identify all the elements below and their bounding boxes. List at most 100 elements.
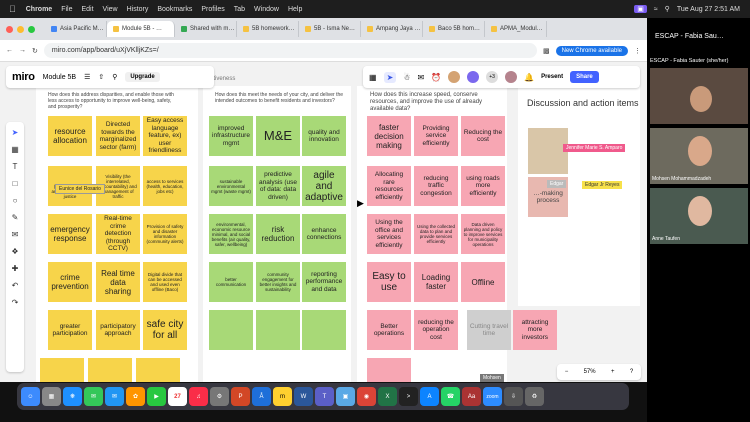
menu-edit[interactable]: Edit: [81, 6, 93, 13]
sticky-note[interactable]: using roads more efficiently: [461, 166, 505, 206]
back-icon[interactable]: ←: [6, 47, 13, 54]
sticky-note[interactable]: agile and adaptive: [302, 166, 346, 206]
menu-history[interactable]: History: [127, 6, 149, 13]
preview-icon[interactable]: ▣: [336, 387, 355, 406]
zoom-app-icon[interactable]: zoom: [483, 387, 502, 406]
present-button[interactable]: Present: [541, 74, 563, 80]
apps-icon[interactable]: ▦: [369, 73, 377, 82]
sticky-note[interactable]: Reducing the cost: [461, 116, 505, 156]
sticky-note[interactable]: Digital divide that can be accessed and …: [143, 262, 187, 302]
video-tile[interactable]: Mohsen Mohammadzadeh: [650, 128, 748, 184]
settings-icon[interactable]: ⚙: [210, 387, 229, 406]
sticky-note[interactable]: M&E: [256, 116, 300, 156]
sticky-note[interactable]: Real-time crime detection (through CCTV): [96, 214, 140, 254]
tab-apma[interactable]: APMA_Modul…: [485, 21, 547, 37]
photos-icon[interactable]: ✿: [126, 387, 145, 406]
appstore-icon[interactable]: A: [420, 387, 439, 406]
menu-tab[interactable]: Tab: [234, 6, 245, 13]
sticky-note[interactable]: emergency response: [48, 214, 92, 254]
reload-icon[interactable]: ↻: [32, 47, 38, 55]
messages-icon[interactable]: ✉: [84, 387, 103, 406]
sticky-note[interactable]: Easy access language feature, ex) user f…: [143, 116, 187, 156]
new-chrome-button[interactable]: New Chrome available: [555, 45, 628, 56]
tab-shared[interactable]: Shared with m…: [175, 21, 237, 37]
tab-asia-pacific[interactable]: Asia Pacific M…: [45, 21, 107, 37]
mindmap-tool-icon[interactable]: ❖: [11, 247, 18, 256]
trash-icon[interactable]: ♻: [525, 387, 544, 406]
menu-app[interactable]: Chrome: [26, 6, 52, 13]
sticky-tool-icon[interactable]: □: [13, 179, 18, 188]
close-window-icon[interactable]: [6, 25, 13, 33]
share-button[interactable]: Share: [570, 71, 599, 83]
add-tool-icon[interactable]: ✚: [12, 264, 19, 273]
sticky-note[interactable]: Providing service efficiently: [414, 116, 458, 156]
wifi-icon[interactable]: ≈: [654, 6, 658, 13]
facetime-icon[interactable]: ▶: [147, 387, 166, 406]
url-input[interactable]: miro.com/app/board/uXjVKlljKZs=/: [43, 43, 537, 58]
board-name[interactable]: Module 5B: [43, 74, 76, 81]
dictionary-icon[interactable]: Aa: [462, 387, 481, 406]
sticky-note[interactable]: participatory approach: [96, 310, 140, 350]
mail-icon[interactable]: ✉: [105, 387, 124, 406]
tab-module-5b[interactable]: Module 5B - …: [107, 21, 175, 37]
reactions-icon[interactable]: ☃: [403, 73, 410, 82]
redo-icon[interactable]: ↷: [12, 298, 19, 307]
sticky-note-empty[interactable]: [302, 310, 346, 350]
sticky-note-empty[interactable]: [367, 358, 411, 382]
notification-icon[interactable]: 🔔: [524, 73, 534, 82]
sticky-note[interactable]: predictive analysis (use of data: data d…: [256, 166, 300, 206]
sticky-note[interactable]: Provision of safety and disaster informa…: [143, 214, 187, 254]
whatsapp-icon[interactable]: ☎: [441, 387, 460, 406]
sticky-note[interactable]: Cutting travel time: [467, 310, 511, 350]
downloads-icon[interactable]: ⇩: [504, 387, 523, 406]
screen-share-icon[interactable]: ▣: [634, 5, 647, 13]
sticky-note[interactable]: enhance connections: [302, 214, 346, 254]
music-icon[interactable]: ♫: [189, 387, 208, 406]
menu-profiles[interactable]: Profiles: [201, 6, 224, 13]
sticky-note[interactable]: Directed towards the marginalized sector…: [96, 116, 140, 156]
help-icon[interactable]: ?: [630, 369, 633, 375]
tab-5b-isma[interactable]: 5B - Isma Ne…: [299, 21, 361, 37]
sticky-note[interactable]: reducing the operation cost: [414, 310, 458, 350]
sticky-note[interactable]: safe city for all: [143, 310, 187, 350]
undo-icon[interactable]: ↶: [12, 281, 19, 290]
avatar[interactable]: [467, 71, 480, 83]
sticky-note[interactable]: sustainable environmental mgmt (waste mg…: [209, 166, 253, 206]
excel-icon[interactable]: X: [378, 387, 397, 406]
frame-tool-icon[interactable]: ▦: [11, 145, 19, 154]
sticky-note[interactable]: Loading faster: [414, 262, 458, 302]
sticky-note[interactable]: Allocating rare resources efficiently: [367, 166, 411, 206]
minimize-window-icon[interactable]: [17, 25, 24, 33]
shape-tool-icon[interactable]: ○: [13, 196, 18, 205]
tab-ampang[interactable]: Ampang Jaya …: [361, 21, 423, 37]
sticky-note[interactable]: Real time data sharing: [96, 262, 140, 302]
sticky-note[interactable]: reporting performance and data: [302, 262, 346, 302]
more-icon[interactable]: ⋮: [634, 47, 641, 55]
maximize-window-icon[interactable]: [28, 25, 35, 33]
video-tile[interactable]: [650, 68, 748, 124]
sticky-note[interactable]: resource allocation: [48, 116, 92, 156]
sticky-note[interactable]: faster decision making: [367, 116, 411, 156]
finder-icon[interactable]: ☺: [21, 387, 40, 406]
menu-icon[interactable]: ☰: [84, 73, 90, 81]
forward-icon[interactable]: →: [19, 47, 26, 54]
export-icon[interactable]: ⇧: [98, 73, 104, 81]
tab-5b-homework[interactable]: 5B homework…: [237, 21, 299, 37]
comment-tool-icon[interactable]: ✉: [12, 230, 19, 239]
sticky-note-empty[interactable]: [88, 358, 132, 382]
comments-icon[interactable]: ✉: [417, 73, 424, 82]
sticky-note[interactable]: better communication: [209, 262, 253, 302]
sticky-note[interactable]: community engagement for better insights…: [256, 262, 300, 302]
sticky-note-empty[interactable]: [209, 310, 253, 350]
miro-logo[interactable]: miro: [12, 71, 35, 83]
menu-view[interactable]: View: [103, 6, 118, 13]
avatar[interactable]: [448, 71, 461, 83]
sticky-note[interactable]: access to services (health, education, j…: [143, 166, 187, 206]
word-icon[interactable]: W: [294, 387, 313, 406]
clock[interactable]: Tue Aug 27 2:51 AM: [677, 6, 740, 13]
sticky-note[interactable]: attracting more investors: [513, 310, 557, 350]
teams-icon[interactable]: T: [315, 387, 334, 406]
sticky-note[interactable]: risk reduction: [256, 214, 300, 254]
miro-app-icon[interactable]: m: [273, 387, 292, 406]
avatar[interactable]: [505, 71, 518, 83]
